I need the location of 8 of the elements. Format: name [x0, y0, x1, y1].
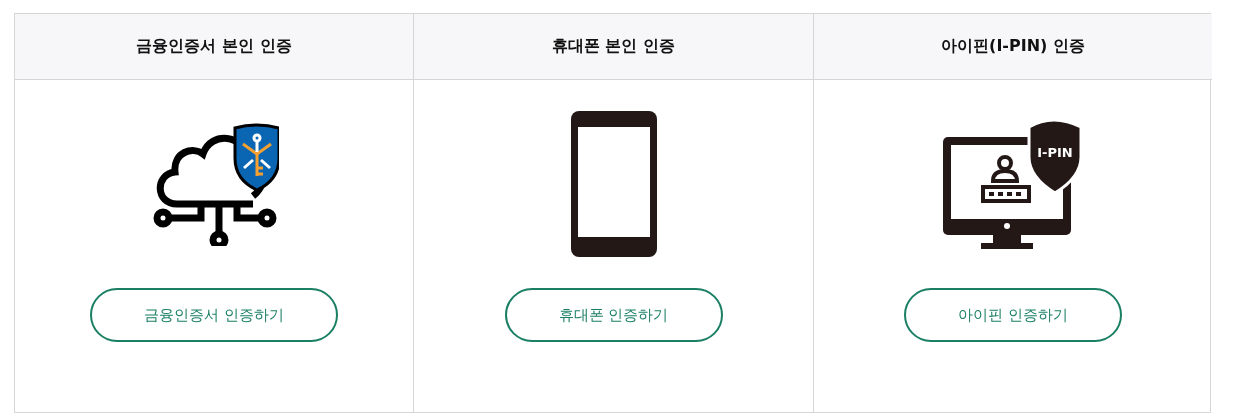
column-title: 휴대폰 본인 인증 — [551, 36, 676, 57]
column-title: 금융인증서 본인 인증 — [136, 36, 292, 57]
smartphone-icon — [570, 111, 657, 257]
column-title: 아이핀(I-PIN) 인증 — [941, 36, 1085, 57]
verify-button[interactable]: 휴대폰 인증하기 — [504, 288, 723, 342]
verify-button[interactable]: 금융인증서 인증하기 — [90, 288, 338, 342]
shield-label: I-PIN — [1037, 145, 1073, 160]
verify-button[interactable]: 아이핀 인증하기 — [904, 288, 1122, 342]
